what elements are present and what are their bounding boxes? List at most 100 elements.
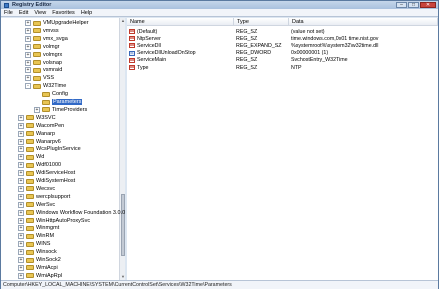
tree-item[interactable]: Parameters [34, 98, 83, 106]
registry-tree[interactable]: ▲ ▼ + VMUpgradeHelper + vmvss + vmx_svga + volm… [1, 18, 126, 280]
tree-item[interactable]: + vmvss [25, 27, 59, 35]
collapse-icon[interactable]: - [25, 83, 31, 90]
expand-icon[interactable]: + [25, 43, 31, 50]
tree-item[interactable]: + TimeProviders [34, 106, 87, 114]
folder-icon [42, 99, 50, 105]
title-bar[interactable]: Registry Editor – □ ✕ [1, 1, 438, 9]
expand-icon[interactable]: + [25, 27, 31, 34]
tree-item-label: Config [52, 91, 68, 98]
value-row[interactable]: 01 ServiceDllUnloadOnStop REG_DWORD 0x00000… [127, 50, 438, 57]
value-row[interactable]: ab ServiceDll REG_EXPAND_SZ %systemroot%\sy… [127, 42, 438, 49]
tree-item[interactable]: + WmiAcpi [18, 264, 58, 272]
expand-icon[interactable]: + [25, 75, 31, 82]
expand-icon[interactable]: + [18, 114, 24, 121]
folder-icon [26, 186, 34, 192]
tree-item[interactable]: + Wecsvc [18, 185, 55, 193]
tree-item[interactable]: + WacomPen [18, 122, 64, 130]
expand-icon[interactable]: + [25, 67, 31, 74]
expand-icon[interactable]: + [18, 146, 24, 153]
expand-icon[interactable]: + [18, 122, 24, 129]
tree-item[interactable]: + Windows Workflow Foundation 3.0.0.0 [18, 209, 125, 217]
menu-edit[interactable]: Edit [19, 10, 28, 16]
tree-item[interactable]: + volmgr [25, 43, 60, 51]
folder-icon [33, 28, 41, 34]
tree-item-label: WinSock2 [36, 257, 61, 263]
expand-icon[interactable]: + [18, 217, 24, 224]
tree-item[interactable]: + vmx_svga [25, 35, 68, 43]
expand-icon[interactable]: + [18, 178, 24, 184]
tree-item[interactable]: + Wd [18, 153, 44, 161]
values-list[interactable]: Name Type Data ab (Default) REG_SZ (value n… [127, 18, 438, 280]
expand-icon[interactable]: + [18, 130, 24, 137]
folder-icon [26, 123, 34, 129]
tree-item-label: WcsPlugInService [36, 146, 81, 153]
registry-editor-window: Registry Editor – □ ✕ File Edit View Fav… [0, 0, 439, 289]
expand-icon[interactable]: + [18, 241, 24, 248]
tree-item[interactable]: + volsnap [25, 59, 62, 67]
expand-icon[interactable]: + [18, 162, 24, 169]
tree-item[interactable]: + vsmraid [25, 66, 62, 74]
value-row[interactable]: ab ServiceMain REG_SZ SvchostEntry_W32Time [127, 57, 438, 64]
expand-icon[interactable]: + [25, 35, 31, 42]
maximize-button[interactable]: □ [408, 2, 419, 8]
tree-item[interactable]: Config [34, 90, 68, 98]
column-header-type[interactable]: Type [234, 18, 289, 26]
tree-item[interactable]: + VSS [25, 74, 54, 82]
value-type: REG_EXPAND_SZ [236, 42, 282, 49]
tree-item[interactable]: + VMUpgradeHelper [25, 19, 89, 27]
tree-item[interactable]: + Winsock [18, 248, 57, 256]
expand-icon[interactable]: + [18, 170, 24, 177]
expand-icon[interactable]: + [18, 138, 24, 145]
value-row[interactable]: ab (Default) REG_SZ (value not set) [127, 28, 438, 35]
tree-item[interactable]: + WdiSystemHost [18, 177, 75, 185]
tree-item[interactable]: + WcsPlugInService [18, 145, 81, 153]
expand-icon[interactable]: + [18, 193, 24, 200]
value-data: time.windows.com,0x01 time.nist.gov [291, 35, 379, 42]
tree-item[interactable]: + Wanarp [18, 130, 55, 138]
expand-icon[interactable]: + [18, 201, 24, 208]
tree-item[interactable]: + Wdf01000 [18, 161, 61, 169]
tree-item[interactable]: + W3SVC [18, 114, 56, 122]
menu-help[interactable]: Help [81, 10, 92, 16]
expand-icon[interactable]: + [18, 154, 24, 161]
value-data: SvchostEntry_W32Time [291, 57, 348, 64]
value-type: REG_SZ [236, 35, 258, 42]
tree-item[interactable]: + wercplsupport [18, 193, 70, 201]
column-header-name[interactable]: Name [127, 18, 234, 26]
menu-favorites[interactable]: Favorites [52, 10, 75, 16]
expand-icon[interactable]: + [18, 185, 24, 192]
value-row[interactable]: ab Type REG_SZ NTP [127, 64, 438, 71]
tree-item[interactable]: + volmgrx [25, 51, 62, 59]
tree-item[interactable]: + WinHttpAutoProxySvc [18, 217, 90, 225]
expand-icon[interactable]: + [18, 272, 24, 279]
tree-item[interactable]: + Wanarpv6 [18, 138, 61, 146]
value-row[interactable]: ab NtpServer REG_SZ time.windows.com,0x01 t… [127, 35, 438, 42]
expand-icon[interactable]: + [18, 209, 24, 216]
expand-icon[interactable]: + [25, 51, 31, 58]
tree-item[interactable]: + WmiApRpl [18, 272, 62, 280]
expand-icon[interactable]: + [25, 59, 31, 66]
column-header-data[interactable]: Data [289, 18, 438, 26]
tree-item[interactable]: + Winmgmt [18, 224, 59, 232]
close-button[interactable]: ✕ [420, 2, 436, 8]
expand-icon[interactable]: + [18, 233, 24, 240]
tree-item-label: TimeProviders [52, 106, 88, 113]
expand-icon[interactable]: + [34, 106, 40, 113]
tree-item[interactable]: + WinSock2 [18, 256, 61, 264]
expand-icon[interactable]: + [18, 257, 24, 263]
tree-item[interactable]: - W32Time [25, 82, 66, 90]
menu-file[interactable]: File [4, 10, 13, 16]
tree-item[interactable]: + WerSvc [18, 201, 55, 209]
expand-icon[interactable]: + [18, 264, 24, 271]
expand-icon[interactable]: + [18, 249, 24, 256]
tree-item[interactable]: + WdiServiceHost [18, 169, 75, 177]
menu-view[interactable]: View [34, 10, 46, 16]
tree-item[interactable]: + WinRM [18, 232, 54, 240]
folder-icon [26, 233, 34, 239]
minimize-button[interactable]: – [396, 2, 407, 8]
string-value-icon: ab [129, 29, 135, 34]
tree-item[interactable]: + WINS [18, 240, 50, 248]
expand-icon[interactable]: + [18, 225, 24, 232]
expand-icon[interactable]: + [25, 20, 31, 26]
folder-icon [26, 265, 34, 271]
